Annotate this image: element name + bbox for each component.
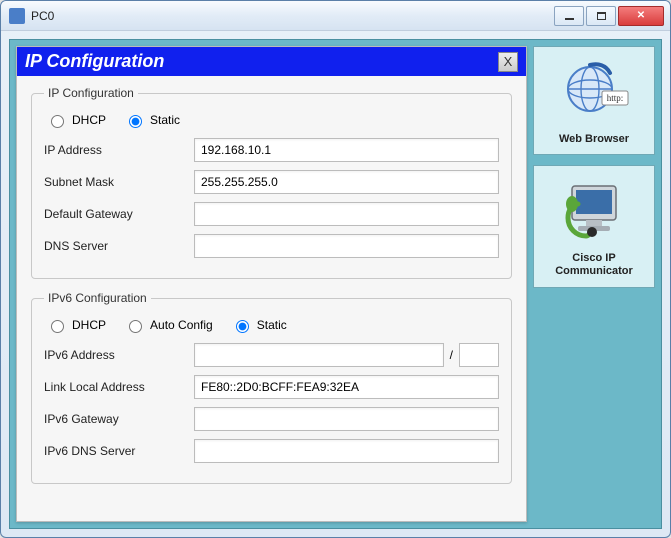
ipv4-radio-row: DHCP Static [44, 108, 499, 138]
close-window-button[interactable]: ✕ [618, 6, 664, 26]
workspace: IP Configuration X IP Configuration DHCP [9, 39, 662, 529]
web-browser-label: Web Browser [559, 133, 629, 146]
ipv6-static-radio[interactable] [236, 320, 249, 333]
cisco-ip-communicator-icon [558, 174, 630, 246]
close-icon: ✕ [637, 10, 645, 21]
ipv6-static-option[interactable]: Static [231, 317, 287, 333]
ipv6-address-label: IPv6 Address [44, 348, 194, 362]
maximize-icon [597, 12, 606, 20]
client-area: IP Configuration X IP Configuration DHCP [1, 31, 670, 537]
ipv6-auto-radio[interactable] [129, 320, 142, 333]
ip-config-dialog: IP Configuration X IP Configuration DHCP [16, 46, 527, 522]
link-local-label: Link Local Address [44, 380, 194, 394]
minimize-icon [565, 18, 574, 20]
maximize-button[interactable] [586, 6, 616, 26]
svg-text:http:: http: [607, 93, 624, 103]
ipv4-legend: IP Configuration [44, 86, 138, 100]
ipv6-gateway-input[interactable] [194, 407, 499, 431]
ipv6-auto-label: Auto Config [150, 318, 213, 332]
ipv6-auto-option[interactable]: Auto Config [124, 317, 213, 333]
web-browser-tile[interactable]: http: Web Browser [533, 46, 655, 155]
ipv6-dhcp-radio[interactable] [51, 320, 64, 333]
dialog-header: IP Configuration X [17, 47, 526, 76]
dns-server-label: DNS Server [44, 239, 194, 253]
default-gateway-label: Default Gateway [44, 207, 194, 221]
ipv6-address-input[interactable] [194, 343, 444, 367]
app-window: PC0 ✕ IP Configuration X IP Configuratio… [0, 0, 671, 538]
ipv4-dhcp-radio[interactable] [51, 115, 64, 128]
subnet-mask-label: Subnet Mask [44, 175, 194, 189]
dialog-body: IP Configuration DHCP Static [17, 76, 526, 521]
subnet-mask-input[interactable] [194, 170, 499, 194]
cisco-ip-communicator-label: Cisco IP Communicator [538, 252, 650, 278]
ipv6-legend: IPv6 Configuration [44, 291, 151, 305]
dialog-title: IP Configuration [25, 51, 498, 72]
ipv6-prefix-separator: / [450, 348, 453, 362]
titlebar[interactable]: PC0 ✕ [1, 1, 670, 31]
dns-server-input[interactable] [194, 234, 499, 258]
ip-address-label: IP Address [44, 143, 194, 157]
ipv4-group: IP Configuration DHCP Static [31, 86, 512, 279]
ipv6-radio-row: DHCP Auto Config Static [44, 313, 499, 343]
ipv6-dhcp-label: DHCP [72, 318, 106, 332]
ipv6-dns-label: IPv6 DNS Server [44, 444, 194, 458]
cisco-ip-communicator-tile[interactable]: Cisco IP Communicator [533, 165, 655, 287]
app-sidebar: http: Web Browser [533, 46, 655, 522]
ipv6-dhcp-option[interactable]: DHCP [46, 317, 106, 333]
ipv6-static-label: Static [257, 318, 287, 332]
app-icon [9, 8, 25, 24]
ipv6-gateway-label: IPv6 Gateway [44, 412, 194, 426]
link-local-input[interactable] [194, 375, 499, 399]
ipv6-dns-input[interactable] [194, 439, 499, 463]
ipv6-group: IPv6 Configuration DHCP Auto Config [31, 291, 512, 484]
ipv6-prefix-input[interactable] [459, 343, 499, 367]
minimize-button[interactable] [554, 6, 584, 26]
ipv4-static-option[interactable]: Static [124, 112, 180, 128]
web-browser-icon: http: [558, 55, 630, 127]
ipv4-static-radio[interactable] [129, 115, 142, 128]
window-title: PC0 [31, 9, 552, 23]
ip-address-input[interactable] [194, 138, 499, 162]
dialog-close-button[interactable]: X [498, 52, 518, 72]
ipv4-dhcp-option[interactable]: DHCP [46, 112, 106, 128]
ipv4-dhcp-label: DHCP [72, 113, 106, 127]
default-gateway-input[interactable] [194, 202, 499, 226]
ipv4-static-label: Static [150, 113, 180, 127]
